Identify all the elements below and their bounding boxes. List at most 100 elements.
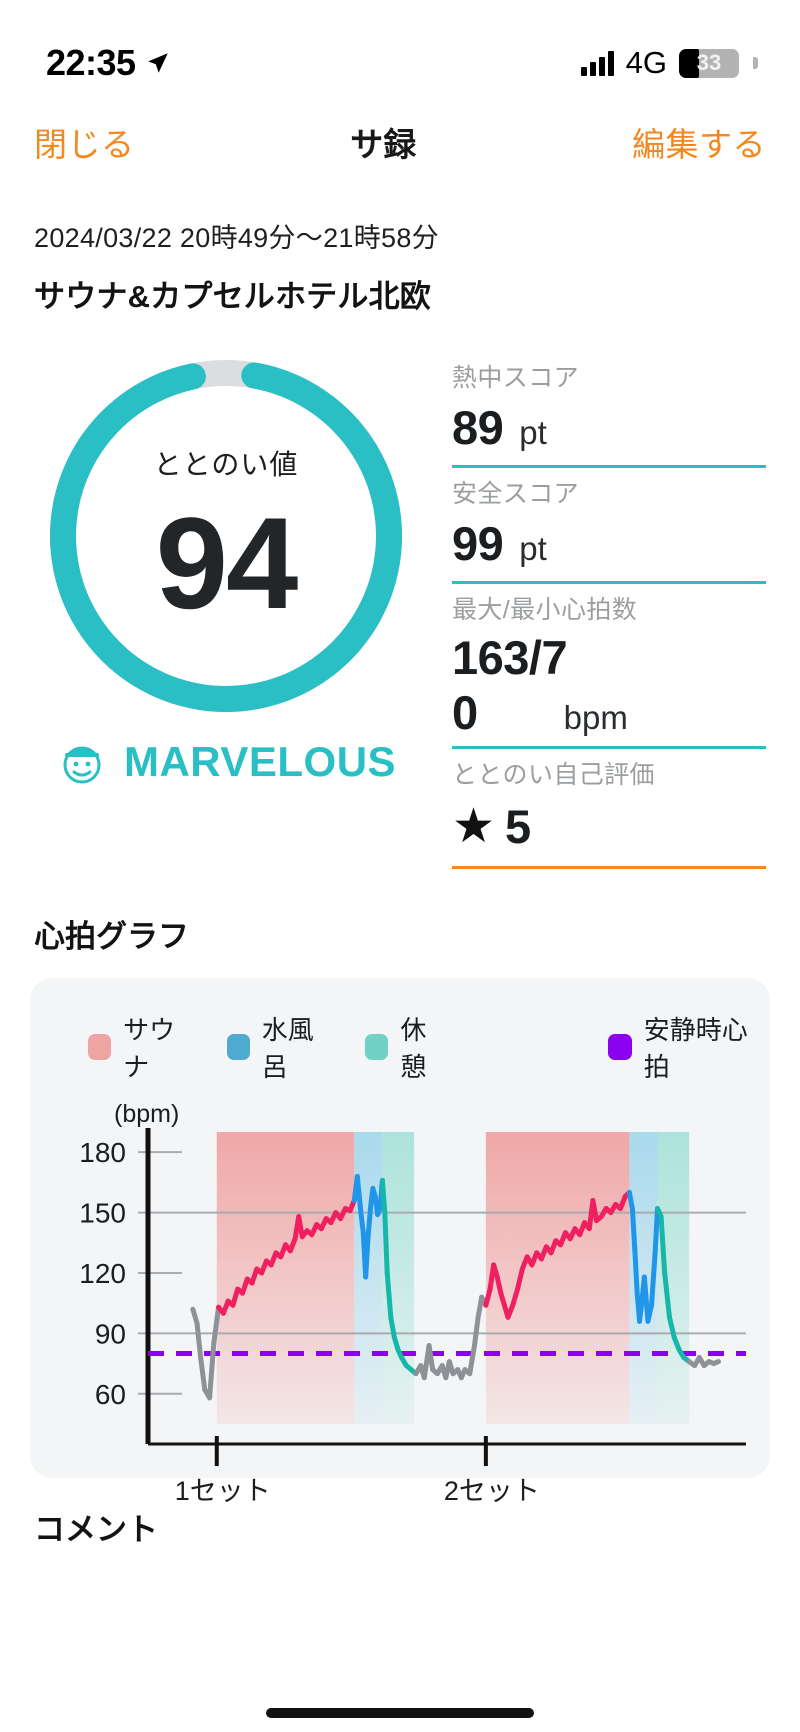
- heart-rate-segment: [354, 1173, 364, 1216]
- y-tick-label: 150: [79, 1198, 126, 1229]
- phase-band-rest: [657, 1132, 690, 1424]
- status-time: 22:35: [46, 42, 136, 83]
- legend-item-resting-hr: 安静時心拍: [608, 1010, 760, 1084]
- star-icon: ★: [452, 799, 496, 853]
- stat-underline: [452, 581, 766, 584]
- totonoi-rank-label: MARVELOUS: [123, 738, 397, 785]
- stat-value-row: 99 pt: [452, 510, 766, 581]
- sauna-hat-character-icon: [63, 746, 101, 784]
- legend-item-sauna: サウナ: [88, 1010, 193, 1084]
- stat-unit: pt: [519, 414, 547, 451]
- heart-rate-segment: [629, 1206, 638, 1252]
- stat-underline: [452, 465, 766, 468]
- legend-item-rest: 休憩: [365, 1010, 446, 1084]
- stat-self-rating: ととのい自己評価 ★ 5: [452, 755, 766, 869]
- status-bar-right: 4G 33: [580, 45, 758, 81]
- totonoi-label: ととのい値: [153, 448, 299, 480]
- heart-rate-segment: [365, 1206, 373, 1240]
- heart-rate-segment: [198, 1355, 208, 1393]
- y-axis-label: (bpm): [114, 1100, 179, 1128]
- stat-value: 89: [452, 401, 504, 454]
- stat-value: 5: [505, 800, 532, 853]
- legend-swatch-cold-bath: [226, 1034, 250, 1060]
- summary-section: ととのい値 94 MARVELOUS 熱中スコア 89 pt 安全スコア 99 …: [0, 316, 800, 875]
- heart-rate-segment: [382, 1210, 390, 1276]
- stat-underline: [452, 746, 766, 749]
- stats-column: 熱中スコア 89 pt 安全スコア 99 pt 最大/最小心拍数 163/7 0…: [452, 350, 800, 875]
- legend-label: 安静時心拍: [643, 1015, 748, 1082]
- stat-value-row: 89 pt: [452, 394, 766, 465]
- legend-label: 水風呂: [261, 1015, 314, 1082]
- heart-rate-segment: [652, 1206, 660, 1256]
- navigation-bar: 閉じる サ録 編集する: [0, 100, 800, 184]
- edit-button[interactable]: 編集する: [632, 118, 766, 166]
- status-bar-left: 22:35: [46, 42, 171, 84]
- stat-value-line1: 163/7: [452, 631, 568, 684]
- x-tick-label: 1セット: [175, 1476, 271, 1506]
- stat-underline: [452, 866, 766, 869]
- heart-rate-segment: [388, 1314, 397, 1340]
- y-tick-label: 90: [95, 1318, 126, 1349]
- stat-heat-score: 熱中スコア 89 pt: [452, 358, 766, 468]
- legend-label: サウナ: [123, 1015, 176, 1082]
- legend-swatch-sauna: [88, 1034, 112, 1060]
- heart-rate-segment: [472, 1314, 481, 1348]
- stat-max-min-heartrate: 最大/最小心拍数 163/7 0 bpm: [452, 590, 766, 749]
- battery-cap: [753, 57, 758, 69]
- comment-section-title: コメント: [34, 1512, 158, 1547]
- y-tick-label: 180: [79, 1137, 126, 1168]
- stat-value-row: ★ 5: [452, 791, 766, 866]
- legend-swatch-rest: [365, 1034, 389, 1060]
- heart-rate-segment: [426, 1342, 436, 1373]
- chart-legend: サウナ 水風呂 休憩 安静時心拍: [40, 1004, 760, 1084]
- phase-band-sauna: [216, 1132, 355, 1424]
- cellular-bars-icon: [580, 50, 614, 76]
- stat-label: 熱中スコア: [452, 364, 580, 392]
- totonoi-column: ととのい値 94 MARVELOUS: [0, 350, 452, 875]
- totonoi-value: 94: [155, 489, 299, 636]
- stat-label: 安全スコア: [452, 480, 580, 508]
- stat-unit: bpm: [563, 699, 628, 736]
- battery-percent-label: 33: [696, 50, 722, 75]
- home-indicator: [266, 1708, 534, 1718]
- y-tick-label: 120: [79, 1258, 126, 1289]
- heart-rate-segment: [590, 1197, 599, 1224]
- heart-rate-segment: [637, 1298, 645, 1324]
- chart-section-title: 心拍グラフ: [34, 919, 189, 954]
- heart-rate-plot[interactable]: 180 150 120 90 60 (bpm) 1セット 2セット: [40, 1094, 760, 1506]
- totonoi-rank: MARVELOUS: [56, 736, 396, 788]
- stat-label: ととのい自己評価: [452, 761, 655, 789]
- session-info: 2024/03/22 20時49分〜21時58分 サウナ&カプセルホテル北欧: [0, 184, 800, 316]
- close-button[interactable]: 閉じる: [34, 118, 135, 166]
- x-tick-label: 2セット: [444, 1476, 540, 1506]
- heart-rate-segment: [632, 1246, 640, 1296]
- stat-value-row: 163/7 0 bpm: [452, 626, 766, 746]
- stat-value-line2-row: 0 bpm: [452, 685, 766, 740]
- heart-rate-chart-card: サウナ 水風呂 休憩 安静時心拍 180 150 120 90 60 (bpm) 1セット 2…: [30, 978, 770, 1506]
- heart-rate-segment: [194, 1320, 204, 1361]
- heart-rate-segment: [358, 1210, 366, 1236]
- y-tick-label: 60: [95, 1379, 126, 1410]
- legend-swatch-resting-hr: [608, 1034, 632, 1060]
- heart-rate-segment: [711, 1359, 721, 1367]
- session-venue-name[interactable]: サウナ&カプセルホテル北欧: [34, 271, 766, 316]
- location-arrow-icon: [147, 53, 168, 73]
- network-type-label: 4G: [625, 45, 667, 80]
- phase-band-sauna: [485, 1132, 630, 1424]
- heart-rate-segment: [379, 1177, 388, 1216]
- stat-label: 最大/最小心拍数: [452, 596, 638, 624]
- status-bar: 22:35 4G 33: [0, 0, 800, 100]
- stat-value-line2: 0: [452, 686, 478, 739]
- totonoi-gauge: ととのい値 94: [40, 350, 412, 722]
- stat-safety-score: 安全スコア 99 pt: [452, 474, 766, 584]
- legend-label: 休憩: [400, 1015, 427, 1082]
- session-date-range: 2024/03/22 20時49分〜21時58分: [34, 223, 439, 253]
- page-title: サ録: [350, 126, 417, 163]
- heart-rate-plot-svg: 180 150 120 90 60 (bpm) 1セット 2セット: [79, 1100, 746, 1506]
- footer-section: コメント: [0, 1504, 800, 1549]
- stat-unit: pt: [519, 530, 547, 567]
- legend-item-cold-bath: 水風呂: [226, 1010, 332, 1084]
- heart-rate-segment: [363, 1234, 371, 1280]
- battery-icon: 33: [679, 48, 739, 78]
- totonoi-center: ととのい値 94: [40, 350, 412, 722]
